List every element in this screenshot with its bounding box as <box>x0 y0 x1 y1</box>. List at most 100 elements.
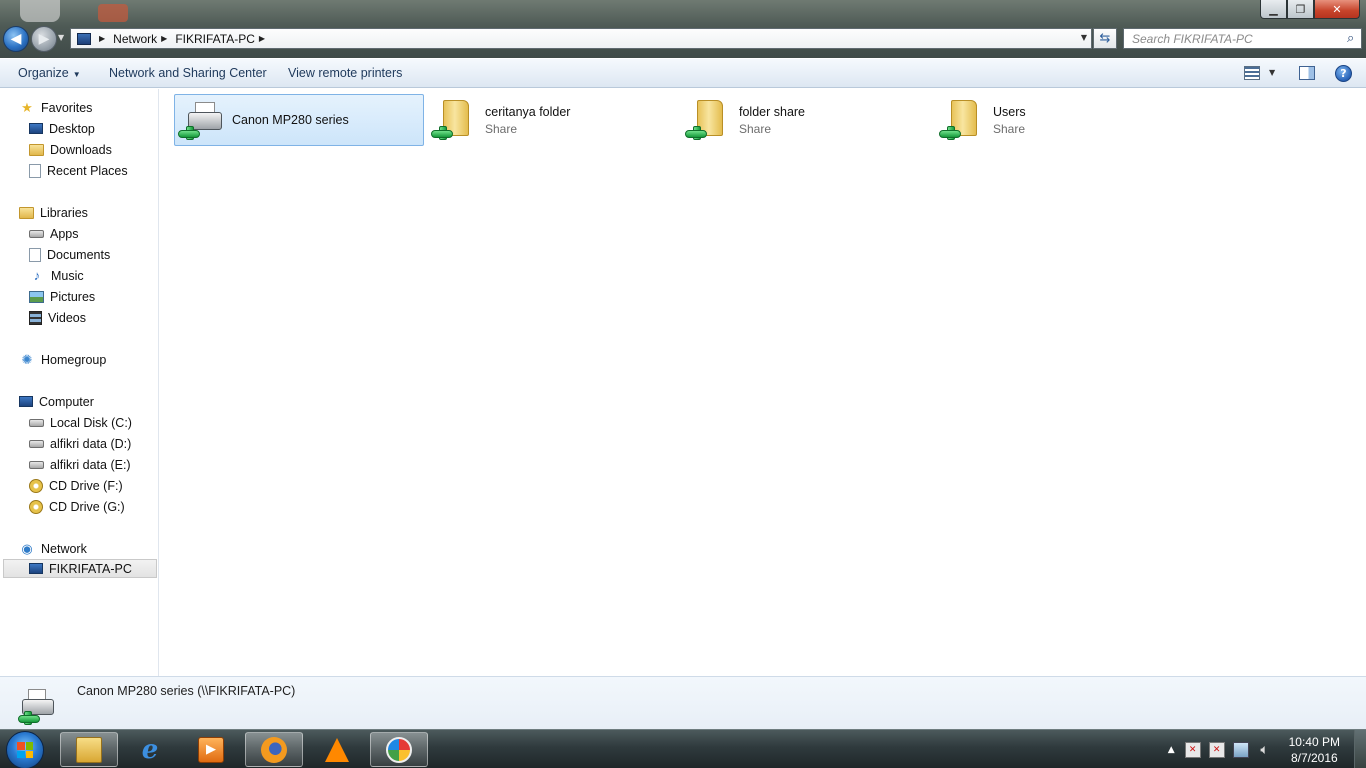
nav-label: CD Drive (G:) <box>49 499 125 514</box>
nav-label: Videos <box>48 310 86 325</box>
nav-label: Pictures <box>50 289 96 304</box>
share-item-folder-share[interactable]: folder share Share <box>682 94 932 146</box>
preview-pane-icon[interactable] <box>1299 66 1315 80</box>
nav-item-videos[interactable]: Videos <box>29 308 86 327</box>
downloads-folder-icon <box>29 143 44 156</box>
details-pane: Canon MP280 series (\\FIKRIFATA-PC) <box>0 676 1366 729</box>
chevron-right-icon[interactable]: ▶ <box>99 34 105 43</box>
internet-explorer-icon: e <box>141 734 159 765</box>
printer-icon <box>16 683 60 727</box>
forward-button[interactable]: ▶ <box>31 26 57 52</box>
network-status-icon[interactable] <box>1232 741 1249 758</box>
nav-item-recent-places[interactable]: Recent Places <box>29 161 128 180</box>
shared-folder-icon <box>939 96 987 144</box>
command-bar: Organize ▼ Network and Sharing Center Vie… <box>0 58 1366 88</box>
taskbar-paint[interactable] <box>370 732 428 767</box>
taskbar-media-player[interactable]: ▶ <box>182 732 240 767</box>
cd-drive-icon <box>29 478 43 493</box>
taskbar-vlc[interactable] <box>308 732 366 767</box>
nav-item-downloads[interactable]: Downloads <box>29 140 112 159</box>
nav-network[interactable]: ◉ Network <box>19 539 87 558</box>
clock[interactable]: 10:40 PM 8/7/2016 <box>1289 734 1340 766</box>
share-item-ceritanya-folder[interactable]: ceritanya folder Share <box>428 94 678 146</box>
address-bar[interactable]: ▶ Network ▶ FIKRIFATA-PC ▶ ▼ <box>70 28 1092 49</box>
nav-item-local-disk-c[interactable]: Local Disk (C:) <box>29 413 132 432</box>
nav-item-drive-e[interactable]: alfikri data (E:) <box>29 455 131 474</box>
nav-label: FIKRIFATA-PC <box>49 561 132 576</box>
hard-drive-icon <box>29 460 44 469</box>
search-input[interactable] <box>1132 31 1347 46</box>
taskbar: e ▶ ▲ ✕ ✕ 🔈︎ 10:40 PM 8/7/2016 <box>0 729 1366 768</box>
network-sharing-center-button[interactable]: Network and Sharing Center <box>109 66 267 80</box>
share-item-users[interactable]: Users Share <box>936 94 1186 146</box>
nav-favorites[interactable]: ★ Favorites <box>19 98 92 117</box>
back-button[interactable]: ◀ <box>3 26 29 52</box>
refresh-button[interactable]: ⇆ <box>1093 28 1117 49</box>
action-center-flag-icon[interactable]: ✕ <box>1184 741 1201 758</box>
organize-button[interactable]: Organize ▼ <box>18 66 81 80</box>
security-alert-icon[interactable]: ✕ <box>1208 741 1225 758</box>
nav-label: Downloads <box>50 142 112 157</box>
pictures-icon <box>29 290 44 303</box>
network-globe-icon: ◉ <box>21 540 33 556</box>
show-desktop-button[interactable] <box>1354 730 1366 768</box>
recent-pages-dropdown[interactable]: ▼ <box>58 33 64 42</box>
computer-icon <box>19 396 33 407</box>
breadcrumb-computer[interactable]: FIKRIFATA-PC <box>175 32 255 46</box>
chevron-right-icon[interactable]: ▶ <box>161 34 167 43</box>
taskbar-windows-explorer[interactable] <box>60 732 118 767</box>
nav-item-documents[interactable]: Documents <box>29 245 110 264</box>
shared-folder-icon <box>685 96 733 144</box>
nav-homegroup[interactable]: ✺ Homegroup <box>19 350 107 369</box>
nav-label: Local Disk (C:) <box>50 415 132 430</box>
window-controls: ▁ ❐ ✕ <box>1260 0 1360 19</box>
printer-icon <box>178 96 226 144</box>
chevron-down-icon: ▼ <box>72 70 81 79</box>
printer-item-canon[interactable]: Canon MP280 series <box>174 94 424 146</box>
nav-label: alfikri data (D:) <box>50 436 132 451</box>
nav-label: Desktop <box>49 121 95 136</box>
nav-libraries[interactable]: Libraries <box>19 203 88 222</box>
taskbar-internet-explorer[interactable]: e <box>121 732 179 767</box>
view-remote-printers-button[interactable]: View remote printers <box>288 66 402 80</box>
item-name: Users <box>993 104 1026 119</box>
taskbar-firefox[interactable] <box>245 732 303 767</box>
star-icon: ★ <box>21 99 33 115</box>
shared-folder-icon <box>431 96 479 144</box>
close-button[interactable]: ✕ <box>1314 0 1360 19</box>
nav-computer[interactable]: Computer <box>19 392 94 411</box>
nav-item-apps[interactable]: Apps <box>29 224 79 243</box>
breadcrumb-network[interactable]: Network <box>113 32 157 46</box>
window-titlebar: ▁ ❐ ✕ ◀ ▶ ▼ ▶ Network ▶ FIKRIFATA-PC ▶ ▼… <box>0 0 1366 58</box>
minimize-button[interactable]: ▁ <box>1260 0 1287 19</box>
windows-explorer-icon <box>76 736 102 763</box>
media-player-icon: ▶ <box>198 736 224 763</box>
nav-label: alfikri data (E:) <box>50 457 131 472</box>
chevron-right-icon[interactable]: ▶ <box>259 34 265 43</box>
nav-item-desktop[interactable]: Desktop <box>29 119 95 138</box>
view-options-dropdown-icon[interactable]: ▼ <box>1269 68 1275 77</box>
address-dropdown-icon[interactable]: ▼ <box>1081 33 1087 42</box>
help-button[interactable]: ? <box>1335 65 1352 82</box>
vlc-cone-icon <box>325 737 349 762</box>
file-list: Canon MP280 series ceritanya folder Shar… <box>160 89 1366 676</box>
nav-label: Computer <box>39 394 94 409</box>
show-hidden-icons-icon[interactable]: ▲ <box>1168 745 1175 755</box>
search-icon[interactable]: ⌕ <box>1347 31 1354 46</box>
clock-time: 10:40 PM <box>1288 734 1340 749</box>
nav-item-cd-drive-f[interactable]: CD Drive (F:) <box>29 476 123 495</box>
nav-item-fikrifata-pc[interactable]: FIKRIFATA-PC <box>3 559 157 578</box>
nav-item-music[interactable]: ♪ Music <box>29 266 84 285</box>
clock-date: 8/7/2016 <box>1290 750 1338 765</box>
nav-label: Documents <box>47 247 111 262</box>
nav-label: Homegroup <box>41 352 107 367</box>
change-view-icon[interactable] <box>1244 66 1260 80</box>
nav-item-pictures[interactable]: Pictures <box>29 287 95 306</box>
search-box[interactable]: ⌕ <box>1123 28 1362 49</box>
nav-item-cd-drive-g[interactable]: CD Drive (G:) <box>29 497 125 516</box>
paint-palette-icon <box>386 736 412 763</box>
volume-icon[interactable]: 🔈︎ <box>1257 742 1273 758</box>
nav-item-drive-d[interactable]: alfikri data (D:) <box>29 434 131 453</box>
maximize-button[interactable]: ❐ <box>1287 0 1314 19</box>
start-button[interactable] <box>6 731 44 768</box>
